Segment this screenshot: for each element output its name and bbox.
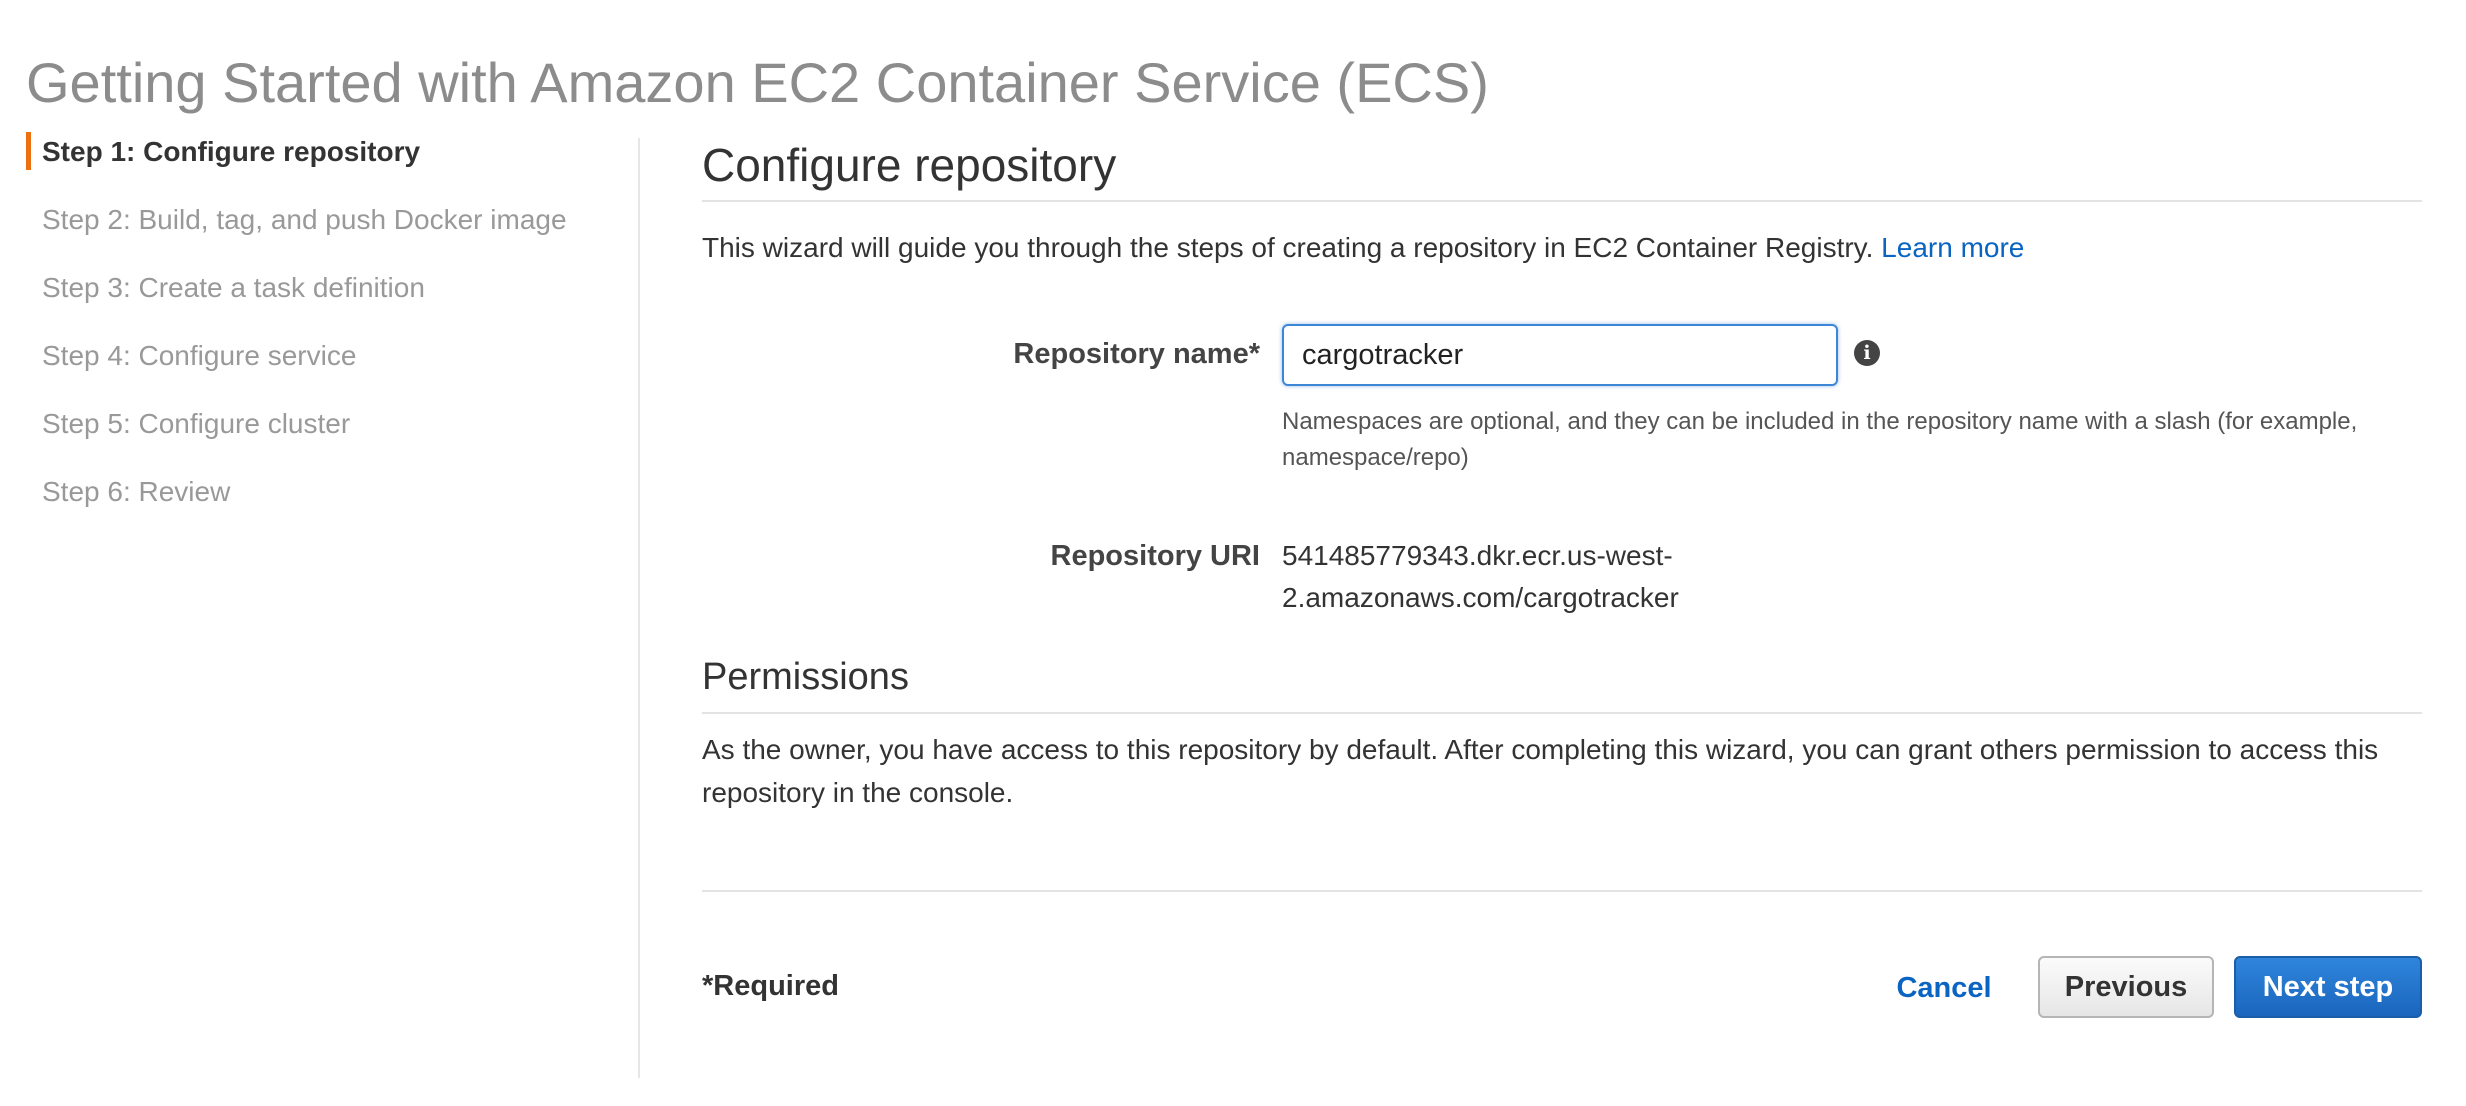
learn-more-link[interactable]: Learn more xyxy=(1881,232,2024,263)
next-step-button[interactable]: Next step xyxy=(2234,956,2422,1018)
repository-name-helper-text: Namespaces are optional, and they can be… xyxy=(1282,408,2358,471)
repository-name-field-wrapper xyxy=(1282,324,1838,386)
permissions-heading: Permissions xyxy=(702,656,909,698)
sidebar-step-2[interactable]: Step 2: Build, tag, and push Docker imag… xyxy=(26,198,626,266)
repository-name-label: Repository name* xyxy=(1013,338,1260,370)
repository-uri-value: 541485779343.dkr.ecr.us-west-2.amazonaws… xyxy=(1282,540,1679,613)
permissions-divider xyxy=(702,712,2422,714)
required-note: *Required xyxy=(702,970,839,1002)
heading-divider xyxy=(702,200,2422,202)
sidebar-step-5[interactable]: Step 5: Configure cluster xyxy=(26,402,626,470)
page-title: Getting Started with Amazon EC2 Containe… xyxy=(26,50,1489,114)
sidebar-step-6[interactable]: Step 6: Review xyxy=(26,470,626,538)
intro-text: This wizard will guide you through the s… xyxy=(702,228,2024,268)
section-heading-configure-repository: Configure repository xyxy=(702,139,1117,191)
sidebar-divider xyxy=(638,138,640,1078)
sidebar-step-4[interactable]: Step 4: Configure service xyxy=(26,334,626,402)
repository-name-input[interactable] xyxy=(1284,326,1836,384)
cancel-button[interactable]: Cancel xyxy=(1888,956,2000,1020)
previous-button[interactable]: Previous xyxy=(2038,956,2214,1018)
info-icon[interactable]: i xyxy=(1854,340,1880,366)
repository-uri-label: Repository URI xyxy=(1050,540,1260,572)
footer-divider xyxy=(702,890,2422,892)
permissions-text: As the owner, you have access to this re… xyxy=(702,734,2379,808)
intro-text-body: This wizard will guide you through the s… xyxy=(702,232,1874,263)
sidebar-step-3[interactable]: Step 3: Create a task definition xyxy=(26,266,626,334)
sidebar-step-1[interactable]: Step 1: Configure repository xyxy=(26,130,626,198)
main-content: Configure repository This wizard will gu… xyxy=(702,130,2422,1018)
wizard-steps-sidebar: Step 1: Configure repository Step 2: Bui… xyxy=(26,130,626,538)
